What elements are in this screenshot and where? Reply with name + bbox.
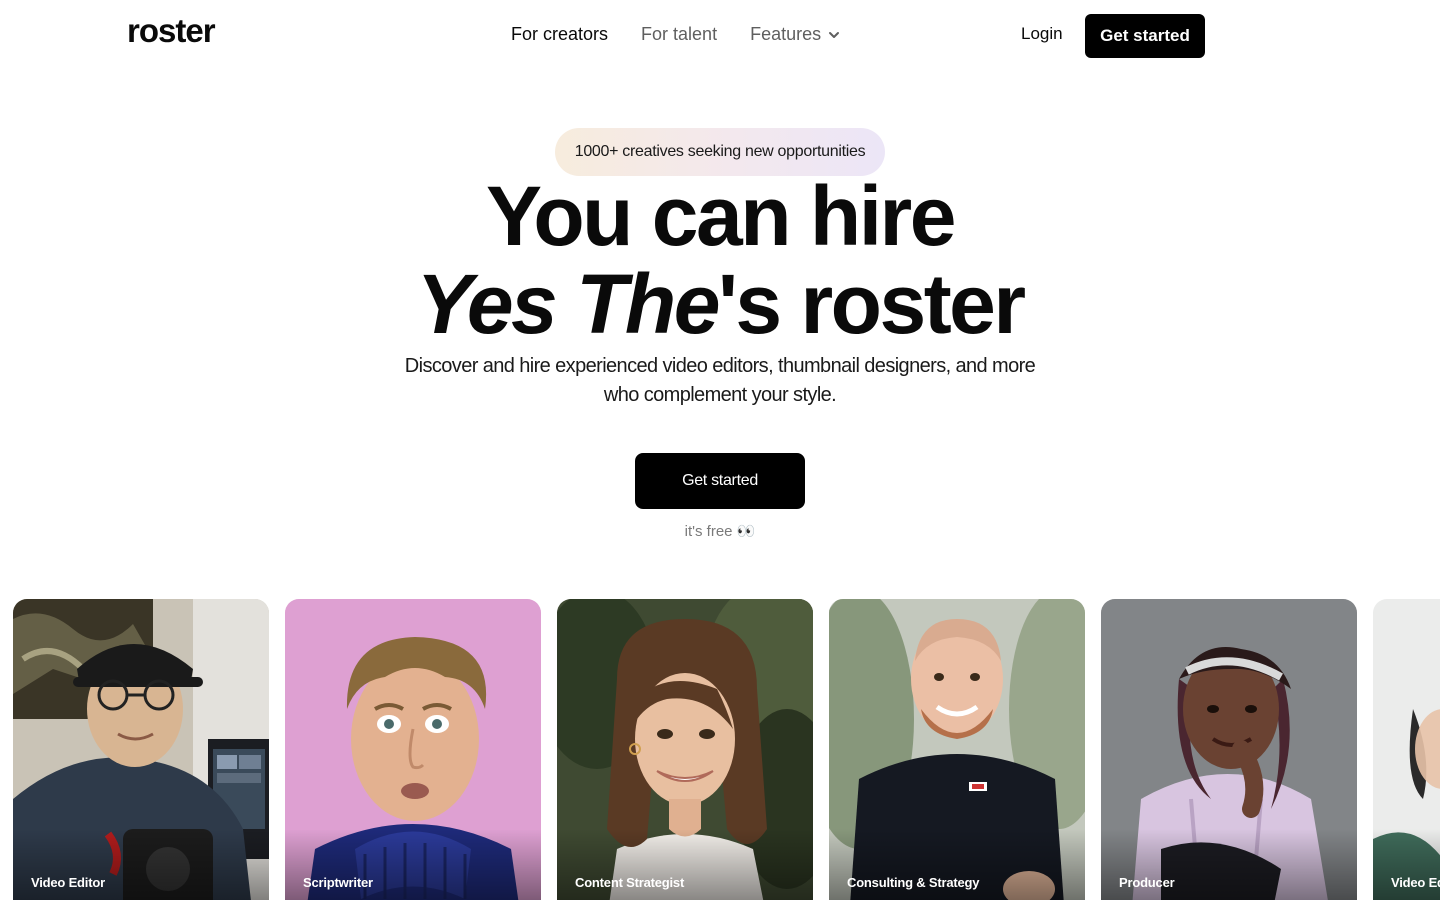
login-link[interactable]: Login — [1021, 24, 1063, 44]
talent-card-carousel: Video Editor Scriptwriter Content Strate… — [13, 599, 1440, 900]
card-role-label: Scriptwriter — [303, 875, 373, 890]
badge-text: 1000+ creatives seeking new opportunitie… — [574, 143, 866, 160]
card-role-label: Consulting & Strategy — [847, 875, 980, 890]
nav-link-label: Features — [750, 24, 822, 44]
headline-suffix: 's roster — [717, 257, 1026, 351]
nav-links: For creators For talent Features — [511, 24, 841, 45]
nav-link-label: For creators — [511, 24, 609, 44]
nav-link-for-talent[interactable]: For talent — [641, 24, 717, 45]
hero-headline: You can hire Yes The's roster — [0, 172, 1440, 348]
card-role-label: Producer — [1119, 875, 1175, 890]
card-role-label: Video Editor — [1391, 875, 1440, 890]
get-started-hero-button[interactable]: Get started — [635, 453, 805, 509]
talent-card-producer[interactable]: Producer — [1101, 599, 1357, 900]
talent-card-consulting-strategy[interactable]: Consulting & Strategy — [829, 599, 1085, 900]
chevron-down-icon — [829, 31, 840, 38]
talent-card-content-strategist[interactable]: Content Strategist — [557, 599, 813, 900]
get-started-nav-button[interactable]: Get started — [1085, 14, 1205, 58]
nav-link-label: For talent — [641, 24, 718, 44]
free-note: it's free 👀 — [684, 523, 756, 540]
headline-creator-name: Yes The — [416, 257, 720, 351]
talent-card-video-editor-2[interactable]: Video Editor — [1373, 599, 1440, 900]
card-role-label: Video Editor — [31, 875, 105, 890]
talent-card-video-editor[interactable]: Video Editor — [13, 599, 269, 900]
headline-line-1: You can hire — [486, 169, 956, 263]
nav-link-features[interactable]: Features — [750, 24, 841, 45]
roster-logo[interactable]: roster — [127, 12, 216, 50]
top-nav: roster For creators For talent Features … — [0, 0, 1440, 72]
card-role-label: Content Strategist — [575, 875, 685, 890]
hero-subtitle: Discover and hire experienced video edit… — [404, 355, 1036, 406]
nav-link-for-creators[interactable]: For creators — [511, 24, 608, 45]
talent-card-scriptwriter[interactable]: Scriptwriter — [285, 599, 541, 900]
